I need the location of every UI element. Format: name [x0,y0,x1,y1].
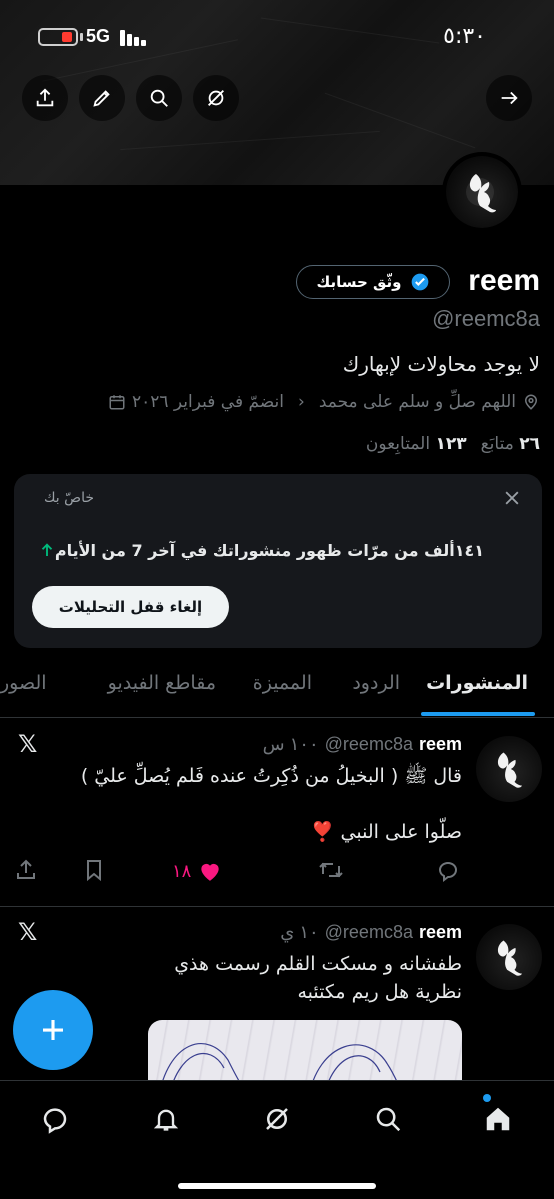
nav-messages[interactable] [35,1099,75,1139]
tab-videos[interactable]: مقاطع الفيديو [108,672,216,694]
arrow-right-icon [501,91,518,105]
joined-text: انضمّ في فبراير ٢٠٢٦ [131,392,284,412]
battery-nub [80,33,83,41]
calendar-icon [109,395,125,410]
battery-icon [38,28,78,46]
compose-button[interactable] [13,990,93,1070]
chevron-icon[interactable]: ‹ [298,392,305,412]
post-handle[interactable]: @reemc8a [325,922,413,943]
profile-handle: @reemc8a [432,306,540,331]
pencil-icon [93,90,110,107]
location-text: اللهم صلِّ و سلم على محمد [318,392,516,412]
messages-icon [43,1108,67,1134]
post-actions: ١٨ [0,858,554,888]
x-logo-icon: 𝕏 [18,918,38,946]
repost-icon [319,862,343,878]
signal-icon [120,28,152,46]
repost-button[interactable] [318,858,344,882]
bottom-nav [0,1080,554,1199]
post-text-line1: طفشانه و مسكت القلم رسمت هذي [174,953,462,975]
search-icon [150,89,168,107]
home-icon [486,1107,510,1131]
status-bar: 5G ٥:٣٠ [0,22,554,52]
tab-posts[interactable]: المنشورات [426,672,528,694]
nav-search[interactable] [368,1099,408,1139]
network-label: 5G [86,26,111,46]
profile-bio: لا يوجد محاولات لإبهارك [342,352,540,376]
share-icon [36,88,54,107]
back-button[interactable] [486,75,532,121]
tab-replies[interactable]: الردود [352,672,400,694]
share-icon [17,859,35,879]
reply-button[interactable] [436,858,460,882]
close-card-button[interactable] [502,488,522,512]
post-text-line1: قال ﷺ ( البخيلُ من ذُكِرتُ عنده فَلم يُص… [80,765,462,787]
trend-indicator [38,540,56,564]
verify-account-button[interactable]: وثّق حسابك [296,265,450,299]
close-icon [505,491,519,505]
post-header: ١٠٠ س @reemc8a reem [263,734,462,755]
profile-tabs: المنشورات الردود المميزة مقاطع الفيديو ا… [0,664,554,718]
analytics-card: خاصّ بك ١٤١ألف من مرّات ظهور منشوراتك في… [14,474,542,648]
post-text-line2: صلّوا على النبي ❣️ [310,821,462,843]
x-logo-icon: 𝕏 [18,730,38,758]
impressions-stat: ١٤١ألف من مرّات ظهور منشوراتك في آخر 7 م… [54,541,484,560]
post-handle[interactable]: @reemc8a [325,734,413,755]
nav-notifications[interactable] [146,1099,186,1139]
home-indicator[interactable] [178,1183,376,1189]
heart-icon [201,863,220,881]
share-button[interactable] [22,75,68,121]
location-pin-icon [524,394,538,410]
bookmark-button[interactable] [82,858,106,882]
like-button[interactable]: ١٨ [172,858,223,884]
private-label: خاصّ بك [44,490,94,506]
post-avatar[interactable] [476,924,542,990]
fairy-silhouette-icon [466,174,496,213]
profile-name: reem [468,264,540,297]
verify-label: وثّق حسابك [316,273,402,291]
post-text-line2: نظرية هل ريم مكتئبه [297,981,462,1003]
post-header: ١٠ ي @reemc8a reem [280,922,462,943]
grok-icon [208,90,224,106]
following-link[interactable]: ٢٦ متابَع [481,434,540,454]
grok-button[interactable] [193,75,239,121]
share-post-button[interactable] [14,858,38,882]
active-tab-indicator [421,712,535,716]
post-author[interactable]: reem [419,922,462,943]
clock: ٥:٣٠ [443,24,486,49]
post-time: ١٠ ي [280,922,319,942]
followers-link[interactable]: ١٢٣ المتابِعون [366,434,467,454]
post-author[interactable]: reem [419,734,462,755]
post-time: ١٠٠ س [262,734,319,754]
post-avatar[interactable] [476,736,542,802]
plus-icon [43,1020,63,1040]
unlock-analytics-button[interactable]: إلغاء قفل التحليلات [32,586,229,628]
edit-button[interactable] [79,75,125,121]
like-count: ١٨ [172,860,192,882]
nav-home[interactable] [478,1099,518,1139]
tab-photos[interactable]: الصور [0,672,47,694]
arrow-up-icon [41,543,53,556]
tab-highlights[interactable]: المميزة [253,672,312,694]
profile-avatar[interactable] [442,152,522,232]
search-icon [376,1107,401,1132]
search-button[interactable] [136,75,182,121]
nav-grok[interactable] [257,1099,297,1139]
bell-icon [153,1109,179,1131]
profile-meta: اللهم صلِّ و سلم على محمد ‹ انضمّ في فبر… [108,392,540,412]
grok-icon [266,1108,288,1130]
verified-badge-icon [411,273,428,291]
new-content-dot [483,1094,491,1102]
follow-counts: ٢٦ متابَع ١٢٣ المتابِعون [366,434,540,454]
fairy-silhouette-icon [497,752,522,788]
fairy-silhouette-icon [497,940,522,976]
reply-icon [438,862,458,882]
bookmark-icon [87,860,101,882]
post-divider [0,906,554,907]
